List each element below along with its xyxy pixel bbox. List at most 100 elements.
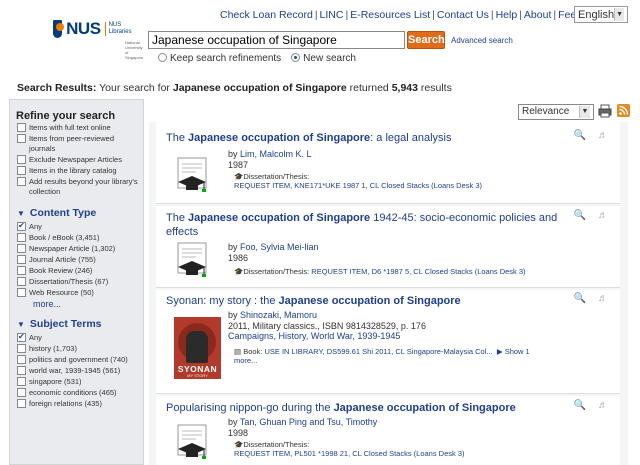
results-count: 5,943 (391, 82, 418, 94)
book-cover-image[interactable]: SYONAN MY STORY (174, 317, 221, 379)
content-type-option[interactable]: Any (10, 221, 143, 232)
subject-term-option[interactable]: politics and government (740) (10, 355, 143, 365)
show-more-link[interactable]: ▶ Show 1 (495, 347, 530, 356)
checkbox-icon[interactable] (17, 166, 26, 175)
checkbox-checked-icon[interactable] (17, 332, 26, 342)
e-resources-list-link[interactable]: E-Resources List (350, 9, 430, 21)
checkbox-icon[interactable] (17, 177, 26, 186)
refine-option[interactable]: Items with full text online (10, 123, 143, 133)
refine-option[interactable]: Items from peer-reviewed journals (10, 134, 143, 154)
new-search-label: New search (303, 53, 356, 64)
publication-info: 2011, Military classics., ISBN 981432852… (228, 320, 426, 331)
checkbox-icon[interactable] (17, 288, 26, 297)
content-type-option[interactable]: Book Review (246) (10, 266, 143, 276)
check-loan-record-link[interactable]: Check Loan Record (220, 9, 313, 21)
dissertation-type-icon: 🎓 (234, 267, 244, 276)
sort-select[interactable]: Relevance ▼ (518, 104, 594, 120)
subject-term-label: history (1,703) (29, 344, 77, 353)
refine-title: Refine your search (16, 110, 116, 122)
advanced-search-link[interactable]: Advanced search (451, 36, 513, 45)
magnifier-icon[interactable]: 🔍 (574, 130, 586, 141)
search-input[interactable]: Japanese occupation of Singapore (148, 31, 405, 49)
result-title[interactable]: The Japanese occupation of Singapore: a … (166, 131, 566, 145)
cite-icon[interactable]: ♬ (598, 210, 608, 221)
content-type-heading[interactable]: ▼ Content Type (10, 198, 143, 222)
checkbox-icon[interactable] (17, 277, 26, 286)
checkbox-icon[interactable] (17, 355, 26, 364)
nus-libraries-logo[interactable]: NUS NUS Libraries National University of… (53, 14, 143, 60)
content-type-option[interactable]: Newspaper Article (1,302) (10, 244, 143, 254)
refine-option[interactable]: Add results beyond your library's collec… (10, 177, 143, 197)
help-link[interactable]: Help (496, 9, 518, 21)
checkbox-icon[interactable] (17, 255, 26, 264)
about-link[interactable]: About (524, 9, 551, 21)
subject-term-option[interactable]: singapore (531) (10, 377, 143, 387)
availability-link[interactable]: REQUEST ITEM, PL501 *1998 21, CL Closed … (234, 449, 465, 458)
checkbox-icon[interactable] (17, 366, 26, 375)
subject-term-option[interactable]: world war, 1939-1945 (561) (10, 366, 143, 376)
availability-link[interactable]: REQUEST ITEM, D6 *1987 5, CL Closed Stac… (311, 267, 525, 276)
refine-sidebar: Refine your search Items with full text … (9, 99, 144, 465)
author-link[interactable]: Foo, Sylvia Mei-lian (240, 242, 319, 252)
subject-term-option[interactable]: foreign relations (435) (10, 399, 143, 409)
refine-option[interactable]: Items in the library catalog (10, 166, 143, 176)
subject-term-option[interactable]: history (1,703) (10, 344, 143, 354)
result-meta: by Lim, Malcolm K. L 1987 (228, 149, 312, 170)
checkbox-icon[interactable] (17, 377, 26, 386)
author-link[interactable]: Tan, Ghuan Ping and Tsu, Timothy (240, 417, 377, 427)
subject-terms-heading[interactable]: ▼ Subject Terms (10, 309, 143, 333)
cite-icon[interactable]: ♬ (598, 293, 608, 304)
result-title[interactable]: The Japanese occupation of Singapore 194… (166, 211, 566, 239)
checkbox-icon[interactable] (17, 134, 26, 143)
subjects-link[interactable]: Campaigns, History, World War, 1939-1945 (228, 331, 400, 341)
checkbox-icon[interactable] (17, 388, 26, 397)
search-mode-radios: Keep search refinements New search (158, 53, 356, 64)
linc-link[interactable]: LINC (320, 9, 344, 21)
checkbox-checked-icon[interactable] (17, 221, 26, 231)
checkbox-icon[interactable] (17, 155, 26, 164)
availability-link[interactable]: USE IN LIBRARY, DS599.61 Shi 2011, CL Si… (264, 347, 492, 356)
content-type-option[interactable]: Dissertation/Thesis (67) (10, 277, 143, 287)
magnifier-icon[interactable]: 🔍 (574, 400, 586, 411)
new-search-radio[interactable]: New search (291, 53, 356, 64)
author-link[interactable]: Lim, Malcolm K. L (240, 149, 312, 159)
checkbox-icon[interactable] (17, 399, 26, 408)
subject-term-label: singapore (531) (29, 377, 82, 386)
author-link[interactable]: Shinozaki, Mamoru (240, 310, 317, 320)
result-title[interactable]: Popularising nippon-go during the Japane… (166, 401, 566, 415)
checkbox-icon[interactable] (17, 344, 26, 353)
logo-tagline: National University of Singapore (125, 40, 144, 60)
search-button[interactable]: Search (407, 31, 445, 49)
checkbox-icon[interactable] (17, 244, 26, 253)
content-type-option[interactable]: Book / eBook (3,451) (10, 233, 143, 243)
subject-term-option[interactable]: economic conditions (465) (10, 388, 143, 398)
record-actions: 🔍 ♬ (574, 400, 608, 411)
content-type-option[interactable]: Web Resource (50) (10, 288, 143, 298)
content-type-more-link[interactable]: more... (10, 299, 143, 309)
content-type-option[interactable]: Journal Article (755) (10, 255, 143, 265)
keep-refinements-radio[interactable]: Keep search refinements (158, 53, 281, 64)
magnifier-icon[interactable]: 🔍 (574, 293, 586, 304)
result-title[interactable]: Syonan: my story : the Japanese occupati… (166, 294, 566, 308)
refine-label: Items in the library catalog (29, 166, 117, 175)
cite-icon[interactable]: ♬ (598, 130, 608, 141)
content-type-label: Dissertation/Thesis (67) (29, 277, 109, 286)
magnifier-icon[interactable]: 🔍 (574, 210, 586, 221)
cite-icon[interactable]: ♬ (598, 400, 608, 411)
print-icon[interactable] (598, 104, 612, 118)
checkbox-icon[interactable] (17, 266, 26, 275)
checkbox-icon[interactable] (17, 123, 26, 132)
contact-us-link[interactable]: Contact Us (437, 9, 489, 21)
subject-term-option[interactable]: Any (10, 332, 143, 343)
availability: 🎓Dissertation/Thesis: REQUEST ITEM, PL50… (234, 440, 465, 458)
rss-icon[interactable] (617, 104, 630, 117)
checkbox-icon[interactable] (17, 233, 26, 242)
language-select[interactable]: English ▼ (574, 6, 628, 23)
record-more-link[interactable]: more... (234, 356, 257, 365)
results-summary-returned: returned (349, 82, 389, 94)
availability-link[interactable]: REQUEST ITEM, KNE171*UKE 1987 1, CL Clos… (234, 181, 482, 190)
content-type-title: Content Type (29, 207, 97, 219)
availability: ▤ Book: USE IN LIBRARY, DS599.61 Shi 201… (234, 347, 530, 365)
refine-option[interactable]: Exclude Newspaper Articles (10, 155, 143, 165)
logo-text: NUS (66, 19, 101, 38)
